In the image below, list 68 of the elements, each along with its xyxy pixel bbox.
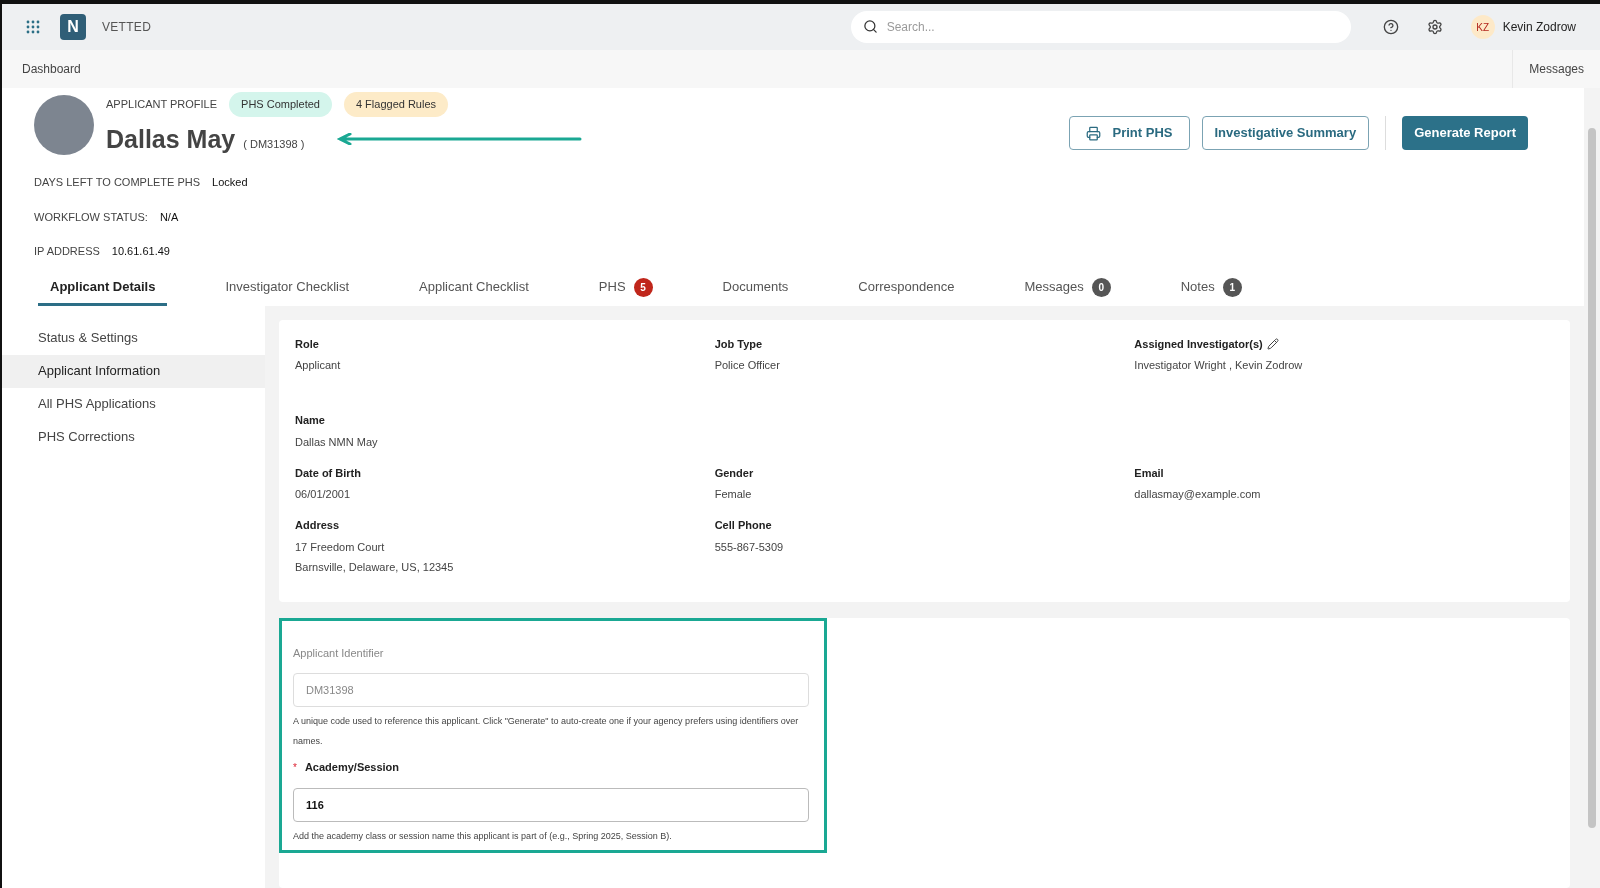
field-value: Applicant [295, 358, 342, 372]
field-value: 555-867-5309 [714, 539, 785, 554]
app-grid-icon[interactable] [26, 20, 40, 34]
field-value: Investigator Wright , Kevin Zodrow [1134, 358, 1304, 372]
sidebar-item[interactable]: Applicant Information [2, 354, 265, 388]
fact-value: Locked [212, 175, 248, 190]
form-label: Applicant Identifier [293, 645, 384, 661]
applicant-code: ( DM31398 ) [243, 136, 305, 152]
fact-value: N/A [159, 209, 179, 225]
search-icon [862, 19, 878, 34]
tab[interactable]: Investigator Checklist [213, 271, 362, 306]
tab[interactable]: Messages 0 [1012, 271, 1123, 306]
field-label: Role [295, 336, 319, 352]
sidebar-item[interactable]: All PHS Applications [2, 387, 265, 421]
avatar-photo-placeholder [34, 95, 94, 155]
field-value: 06/01/2001 [295, 487, 352, 501]
field-value: dallasmay@example.com [1134, 487, 1262, 501]
field-label: Job Type [714, 336, 763, 352]
help-text: Add the academy class or session name this applicant is part of (e.g., Spring 2025, Session B). [293, 829, 673, 843]
status-badge: PHS Completed [229, 92, 332, 117]
applicant-name: Dallas May [106, 123, 236, 155]
search-field[interactable]: Search... [850, 11, 1351, 43]
print-button[interactable]: Print PHS [1068, 116, 1190, 150]
settings-icon[interactable] [1426, 19, 1443, 35]
count-badge: 1 [1222, 277, 1242, 297]
fact-label: IP ADDRESS [34, 244, 100, 259]
field-label: Name [295, 413, 325, 428]
field-label: Cell Phone [714, 518, 772, 533]
scrollbar[interactable] [1584, 88, 1600, 888]
field-label: Address [295, 518, 340, 533]
count-badge: 5 [633, 277, 653, 297]
count-badge: 0 [1091, 277, 1111, 297]
field-value: 17 Freedom Court [295, 539, 386, 554]
fact-value: 10.61.61.49 [111, 244, 170, 259]
tab[interactable]: Applicant Details [38, 271, 168, 306]
field-value: Female [714, 487, 753, 501]
user-avatar[interactable]: KZ [1470, 15, 1495, 39]
fact-label: DAYS LEFT TO COMPLETE PHS [34, 175, 201, 190]
tab[interactable]: PHS 5 [586, 271, 665, 306]
field-label: Gender [714, 465, 754, 481]
brand-name: VETTED [102, 19, 152, 36]
field-value: Police Officer [714, 358, 781, 372]
required-mark: * [293, 760, 297, 775]
brand-logo: N [60, 14, 86, 40]
field-value: Dallas NMN May [295, 434, 379, 449]
help-text: A unique code used to reference this applicant. Click "Generate" to auto-create one if your agency prefers using identifiers over names. [293, 715, 800, 748]
field-label: Date of Birth [295, 465, 361, 481]
breadcrumb-link[interactable]: Dashboard [22, 60, 81, 78]
sidebar-item[interactable]: Status & Settings [2, 321, 265, 355]
field-label: Email [1134, 465, 1164, 481]
tab[interactable]: Notes 1 [1168, 271, 1254, 306]
user-name[interactable]: Kevin Zodrow [1502, 18, 1576, 36]
tab[interactable]: Applicant Checklist [407, 271, 541, 306]
field-label: Assigned Investigator(s) [1134, 336, 1263, 352]
tab[interactable]: Documents [710, 271, 801, 306]
profile-label: APPLICANT PROFILE [106, 97, 218, 112]
sidebar-item[interactable]: PHS Corrections [2, 420, 265, 454]
edit-icon[interactable] [1266, 337, 1279, 350]
status-badge: 4 Flagged Rules [343, 92, 449, 117]
printer-icon [1085, 125, 1101, 141]
text-input[interactable]: 116 [293, 787, 809, 822]
tab[interactable]: Correspondence [846, 271, 967, 306]
field-value: Barnsville, Delaware, US, 12345 [295, 559, 455, 574]
generate-report-button[interactable]: Generate Report [1402, 116, 1528, 150]
fact-label: WORKFLOW STATUS: [34, 209, 148, 225]
summary-button[interactable]: Investigative Summary [1201, 116, 1370, 150]
help-icon[interactable] [1382, 19, 1399, 35]
form-label: Academy/Session [304, 760, 400, 775]
